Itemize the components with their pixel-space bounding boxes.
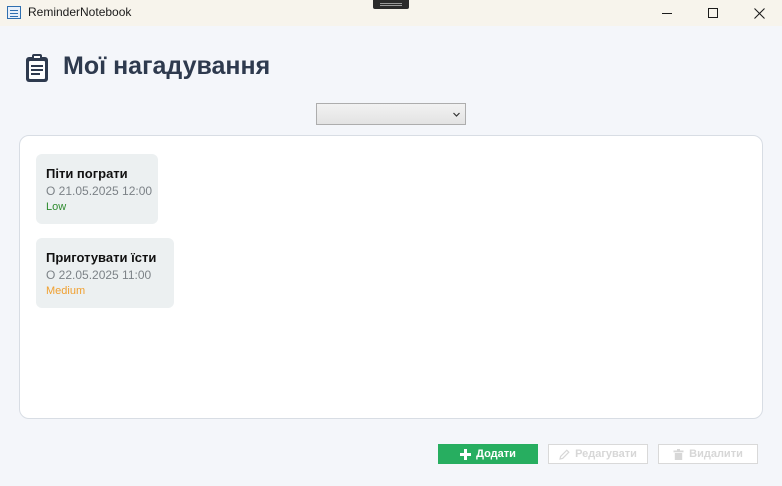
add-button-label: Додати (476, 448, 516, 460)
reminder-priority: Medium (46, 285, 86, 297)
app-icon (7, 6, 21, 19)
page-title: Мої нагадування (63, 52, 271, 80)
chevron-down-icon (453, 112, 460, 117)
maximize-icon (708, 8, 718, 18)
maximize-button[interactable] (690, 0, 736, 26)
reminder-title: Піти пограти (46, 166, 128, 181)
snap-layout-handle[interactable] (373, 0, 409, 9)
edit-button[interactable]: Редагувати (548, 444, 648, 464)
delete-button-label: Видалити (689, 448, 743, 460)
reminder-date: О 22.05.2025 11:00 (46, 268, 152, 282)
minimize-icon (662, 12, 672, 14)
clipboard-icon (26, 54, 48, 82)
reminders-list[interactable]: Піти пограти О 21.05.2025 12:00 Low Приг… (19, 135, 763, 419)
close-button[interactable] (736, 0, 782, 26)
reminder-priority: Low (46, 201, 67, 213)
reminder-title: Приготувати їсти (46, 250, 157, 265)
window-title: ReminderNotebook (28, 5, 132, 19)
reminder-card[interactable]: Приготувати їсти О 22.05.2025 11:00 Medi… (36, 238, 174, 308)
reminder-date: О 21.05.2025 12:00 (46, 184, 153, 198)
close-icon (753, 7, 765, 19)
edit-button-label: Редагувати (575, 448, 637, 460)
reminder-card[interactable]: Піти пограти О 21.05.2025 12:00 Low (36, 154, 158, 224)
plus-icon (460, 448, 472, 460)
trash-icon (673, 448, 684, 460)
pencil-icon (559, 448, 570, 460)
window-titlebar[interactable]: ReminderNotebook (0, 0, 782, 26)
priority-filter-select[interactable] (316, 103, 466, 125)
minimize-button[interactable] (644, 0, 690, 26)
add-button[interactable]: Додати (438, 444, 538, 464)
delete-button[interactable]: Видалити (658, 444, 758, 464)
